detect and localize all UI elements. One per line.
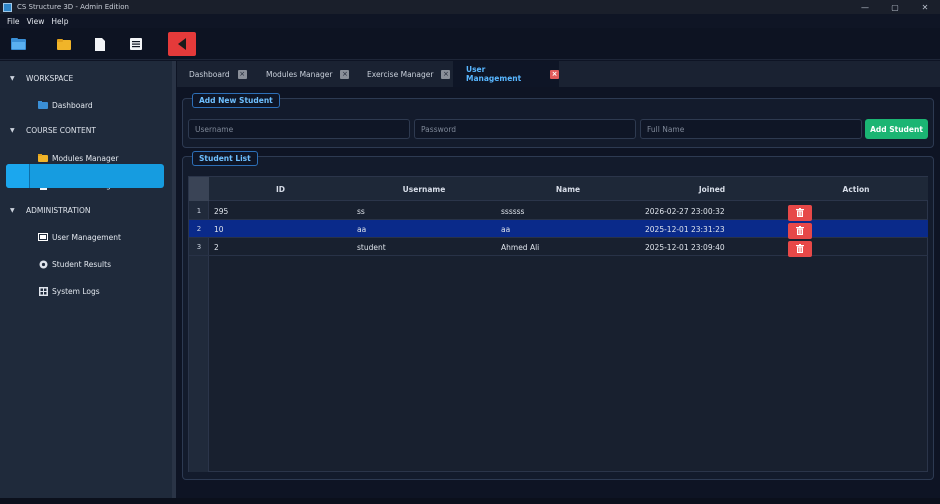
tab-exercise-manager[interactable]: Exercise Manager ×: [355, 61, 453, 87]
close-icon[interactable]: ×: [237, 69, 247, 79]
table-row[interactable]: 3 2 student Ahmed Ali 2025-12-01 23:09:4…: [189, 238, 928, 256]
trash-icon: [796, 243, 804, 255]
student-table: ID Username Name Joined Action 1 295 ss …: [188, 176, 928, 472]
student-list-title: Student List: [192, 151, 258, 166]
close-icon[interactable]: ×: [550, 69, 559, 79]
tab-bar: Dashboard × Modules Manager × Exercise M…: [177, 61, 940, 87]
add-student-title: Add New Student: [192, 93, 280, 108]
folder-blue-icon: [38, 100, 48, 110]
sidebar-item-label: Dashboard: [52, 100, 93, 110]
cell-id: 10: [214, 224, 224, 234]
sidebar-item-user-management[interactable]: User Management: [38, 230, 121, 244]
delete-button[interactable]: [788, 205, 812, 221]
file-icon[interactable]: [90, 34, 110, 54]
cell-joined: 2026-02-27 23:00:32: [645, 206, 725, 216]
back-icon[interactable]: [168, 32, 196, 56]
cell-username: aa: [357, 224, 367, 234]
section-workspace[interactable]: ▼ WORKSPACE: [10, 74, 73, 83]
cell-name: Ahmed Ali: [501, 242, 540, 252]
sidebar-item-label: User Management: [52, 232, 121, 242]
sidebar-item-system-logs[interactable]: System Logs: [38, 284, 100, 298]
menu-view[interactable]: View: [27, 17, 45, 26]
password-input[interactable]: Password: [414, 119, 636, 139]
folder-icon: [38, 153, 48, 163]
column-header-username[interactable]: Username: [352, 177, 496, 201]
sidebar-item-modules[interactable]: Modules Manager: [38, 151, 118, 165]
toolbar: [0, 28, 940, 60]
row-number: 1: [196, 207, 202, 215]
sidebar-item-dashboard[interactable]: Dashboard: [38, 98, 93, 112]
cell-id: 2: [214, 242, 219, 252]
trash-icon: [796, 207, 804, 219]
column-header-name[interactable]: Name: [496, 177, 640, 201]
monitor-icon: [38, 232, 48, 242]
table-header: ID Username Name Joined Action: [189, 177, 928, 201]
active-item-indicator: [6, 164, 30, 188]
sidebar-item-student-results[interactable]: Student Results: [38, 257, 111, 271]
section-administration[interactable]: ▼ ADMINISTRATION: [10, 206, 91, 215]
section-course-content[interactable]: ▼ COURSE CONTENT: [10, 126, 96, 135]
title-bar: CS Structure 3D - Admin Edition — ▢ ✕: [0, 0, 940, 14]
column-header-action[interactable]: Action: [784, 177, 928, 201]
select-all-corner[interactable]: [189, 177, 209, 201]
row-number: 3: [196, 243, 202, 251]
window-controls: — ▢ ✕: [850, 0, 940, 14]
table-row[interactable]: 1 295 ss ssssss 2026-02-27 23:00:32: [189, 202, 928, 220]
close-icon[interactable]: ×: [441, 69, 451, 79]
menu-file[interactable]: File: [7, 17, 20, 26]
cell-username: student: [357, 242, 386, 252]
fullname-input[interactable]: Full Name: [640, 119, 862, 139]
menu-help[interactable]: Help: [51, 17, 68, 26]
cell-joined: 2025-12-01 23:31:23: [645, 224, 725, 234]
trash-icon: [796, 225, 804, 237]
list-icon[interactable]: [126, 34, 146, 54]
username-input[interactable]: Username: [188, 119, 410, 139]
close-window-button[interactable]: ✕: [910, 0, 940, 14]
sidebar-item-label: Student Results: [52, 259, 111, 269]
minimize-button[interactable]: —: [850, 0, 880, 14]
cell-id: 295: [214, 206, 229, 216]
grid-icon: [38, 286, 48, 296]
cell-name: ssssss: [501, 206, 525, 216]
status-bar: [0, 498, 940, 504]
cell-username: ss: [357, 206, 365, 216]
folder-icon[interactable]: [54, 34, 74, 54]
add-student-button[interactable]: Add Student: [865, 119, 928, 139]
tab-dashboard[interactable]: Dashboard ×: [177, 61, 255, 87]
chevron-down-icon: ▼: [10, 75, 15, 82]
delete-button[interactable]: [788, 223, 812, 239]
tab-user-management[interactable]: User Management ×: [453, 61, 559, 87]
globe-icon: [38, 259, 48, 269]
cell-name: aa: [501, 224, 511, 234]
chevron-down-icon: ▼: [10, 207, 15, 214]
window-title: CS Structure 3D - Admin Edition: [17, 3, 129, 11]
app-icon: [3, 2, 12, 12]
sidebar-item-label: System Logs: [52, 286, 100, 296]
sidebar-item-label: Modules Manager: [52, 153, 119, 163]
table-row[interactable]: 2 10 aa aa 2025-12-01 23:31:23: [189, 220, 928, 238]
row-number: 2: [196, 225, 202, 233]
column-header-id[interactable]: ID: [209, 177, 352, 201]
close-icon[interactable]: ×: [340, 69, 350, 79]
maximize-button[interactable]: ▢: [880, 0, 910, 14]
sidebar-splitter[interactable]: [172, 61, 176, 498]
chevron-down-icon: ▼: [10, 127, 15, 134]
cell-joined: 2025-12-01 23:09:40: [645, 242, 725, 252]
menu-bar: File View Help: [0, 14, 940, 28]
delete-button[interactable]: [788, 241, 812, 257]
tab-modules-manager[interactable]: Modules Manager ×: [255, 61, 355, 87]
column-header-joined[interactable]: Joined: [640, 177, 784, 201]
explorer-icon[interactable]: [8, 34, 28, 54]
